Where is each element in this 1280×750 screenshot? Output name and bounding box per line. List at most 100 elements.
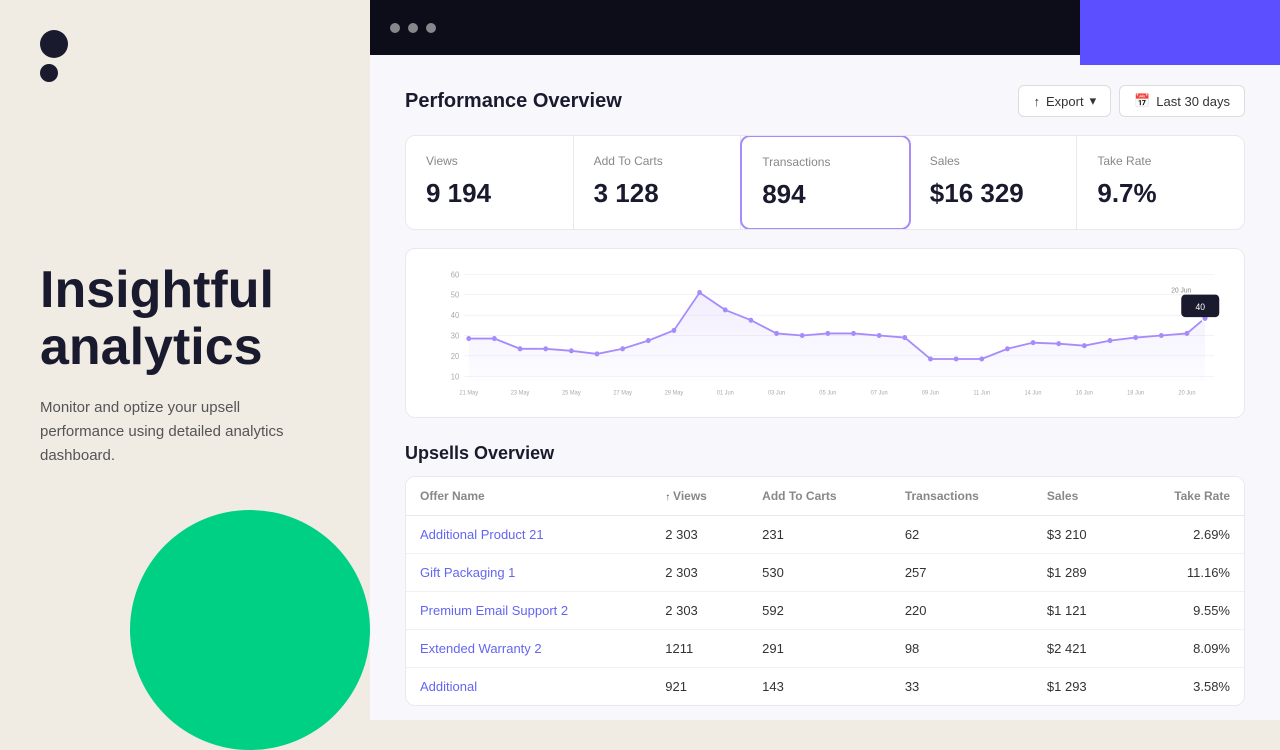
performance-header: Performance Overview ↑ Export ▾ 📅 Last 3… [405, 85, 1245, 117]
transactions-cell: 62 [891, 516, 1033, 554]
offer-name-cell[interactable]: Additional Product 21 [406, 516, 651, 554]
logo-dot-large [40, 30, 68, 58]
svg-text:27 May: 27 May [613, 391, 632, 397]
stat-value: 9.7% [1097, 178, 1224, 209]
take-rate-cell: 8.09% [1127, 630, 1244, 668]
th-offer-name: Offer Name [406, 477, 651, 516]
take-rate-cell: 11.16% [1127, 554, 1244, 592]
stat-label: Take Rate [1097, 154, 1224, 168]
stat-value: $16 329 [930, 178, 1057, 209]
stat-card-sales[interactable]: Sales $16 329 [910, 136, 1078, 229]
views-cell: 921 [651, 668, 748, 706]
export-button[interactable]: ↑ Export ▾ [1018, 85, 1111, 117]
take-rate-cell: 3.58% [1127, 668, 1244, 706]
svg-text:01 Jun: 01 Jun [717, 391, 734, 397]
stat-label: Sales [930, 154, 1057, 168]
table-header-row: Offer Name ↑ Views Add To Carts Transact… [406, 477, 1244, 516]
svg-text:03 Jun: 03 Jun [768, 391, 785, 397]
stats-row: Views 9 194 Add To Carts 3 128 Transacti… [405, 135, 1245, 230]
svg-text:18 Jun: 18 Jun [1127, 391, 1144, 397]
export-chevron-icon: ▾ [1090, 93, 1097, 109]
performance-chart: 10 20 30 40 50 60 [426, 264, 1224, 407]
svg-text:30: 30 [451, 331, 460, 340]
svg-text:40: 40 [451, 311, 460, 320]
stat-label: Views [426, 154, 553, 168]
svg-text:60: 60 [451, 270, 460, 279]
stat-value: 3 128 [594, 178, 721, 209]
chart-container: 10 20 30 40 50 60 [405, 248, 1245, 418]
content-area: Performance Overview ↑ Export ▾ 📅 Last 3… [370, 55, 1280, 720]
main-content: Performance Overview ↑ Export ▾ 📅 Last 3… [370, 0, 1280, 720]
table-row: Additional 921 143 33 $1 293 3.58% [406, 668, 1244, 706]
offer-name-cell[interactable]: Gift Packaging 1 [406, 554, 651, 592]
views-cell: 1211 [651, 630, 748, 668]
nav-dot-3 [426, 23, 436, 33]
views-cell: 2 303 [651, 516, 748, 554]
svg-text:25 May: 25 May [562, 391, 581, 397]
top-accent-bar [1080, 0, 1280, 65]
decorative-circle [130, 510, 370, 750]
stat-value: 9 194 [426, 178, 553, 209]
stat-value: 894 [762, 179, 889, 210]
svg-text:14 Jun: 14 Jun [1025, 391, 1042, 397]
transactions-cell: 98 [891, 630, 1033, 668]
views-cell: 2 303 [651, 554, 748, 592]
th-views[interactable]: ↑ Views [651, 477, 748, 516]
export-icon: ↑ [1033, 94, 1040, 109]
logo-dot-small [40, 64, 58, 82]
stat-label: Transactions [762, 155, 889, 169]
svg-text:21 May: 21 May [459, 391, 478, 397]
upsells-title: Upsells Overview [405, 443, 1245, 464]
date-range-button[interactable]: 📅 Last 30 days [1119, 85, 1245, 117]
svg-text:20 Jun: 20 Jun [1178, 391, 1195, 397]
svg-text:07 Jun: 07 Jun [871, 391, 888, 397]
th-add-to-carts: Add To Carts [748, 477, 891, 516]
views-cell: 2 303 [651, 592, 748, 630]
sales-cell: $2 421 [1033, 630, 1127, 668]
sidebar-title: Insightful analytics [40, 262, 330, 376]
nav-dot-1 [390, 23, 400, 33]
transactions-cell: 257 [891, 554, 1033, 592]
offer-name-cell[interactable]: Premium Email Support 2 [406, 592, 651, 630]
sales-cell: $3 210 [1033, 516, 1127, 554]
logo [40, 30, 330, 82]
toolbar: ↑ Export ▾ 📅 Last 30 days [1018, 85, 1245, 117]
stat-card-transactions[interactable]: Transactions 894 [740, 135, 911, 230]
add-to-carts-cell: 143 [748, 668, 891, 706]
date-range-label: Last 30 days [1156, 94, 1230, 109]
sales-cell: $1 289 [1033, 554, 1127, 592]
svg-text:10: 10 [451, 372, 460, 381]
offer-name-cell[interactable]: Extended Warranty 2 [406, 630, 651, 668]
svg-text:05 Jun: 05 Jun [819, 391, 836, 397]
stat-card-add-to-carts[interactable]: Add To Carts 3 128 [574, 136, 742, 229]
stat-card-views[interactable]: Views 9 194 [406, 136, 574, 229]
stat-label: Add To Carts [594, 154, 721, 168]
svg-text:20: 20 [451, 352, 460, 361]
transactions-cell: 33 [891, 668, 1033, 706]
svg-text:11 Jun: 11 Jun [973, 391, 990, 397]
table-row: Additional Product 21 2 303 231 62 $3 21… [406, 516, 1244, 554]
upsells-table: Offer Name ↑ Views Add To Carts Transact… [406, 477, 1244, 705]
svg-text:16 Jun: 16 Jun [1076, 391, 1093, 397]
upsells-tbody: Additional Product 21 2 303 231 62 $3 21… [406, 516, 1244, 706]
offer-name-cell[interactable]: Additional [406, 668, 651, 706]
sidebar: Insightful analytics Monitor and optize … [0, 0, 370, 720]
add-to-carts-cell: 291 [748, 630, 891, 668]
transactions-cell: 220 [891, 592, 1033, 630]
take-rate-cell: 2.69% [1127, 516, 1244, 554]
svg-text:50: 50 [451, 290, 460, 299]
add-to-carts-cell: 231 [748, 516, 891, 554]
th-transactions: Transactions [891, 477, 1033, 516]
sales-cell: $1 293 [1033, 668, 1127, 706]
export-label: Export [1046, 94, 1084, 109]
svg-text:23 May: 23 May [511, 391, 530, 397]
svg-text:40: 40 [1196, 302, 1206, 312]
upsells-table-container: Offer Name ↑ Views Add To Carts Transact… [405, 476, 1245, 706]
take-rate-cell: 9.55% [1127, 592, 1244, 630]
table-row: Extended Warranty 2 1211 291 98 $2 421 8… [406, 630, 1244, 668]
stat-card-take-rate[interactable]: Take Rate 9.7% [1077, 136, 1244, 229]
sales-cell: $1 121 [1033, 592, 1127, 630]
calendar-icon: 📅 [1134, 93, 1150, 109]
table-row: Gift Packaging 1 2 303 530 257 $1 289 11… [406, 554, 1244, 592]
svg-text:29 May: 29 May [665, 391, 684, 397]
